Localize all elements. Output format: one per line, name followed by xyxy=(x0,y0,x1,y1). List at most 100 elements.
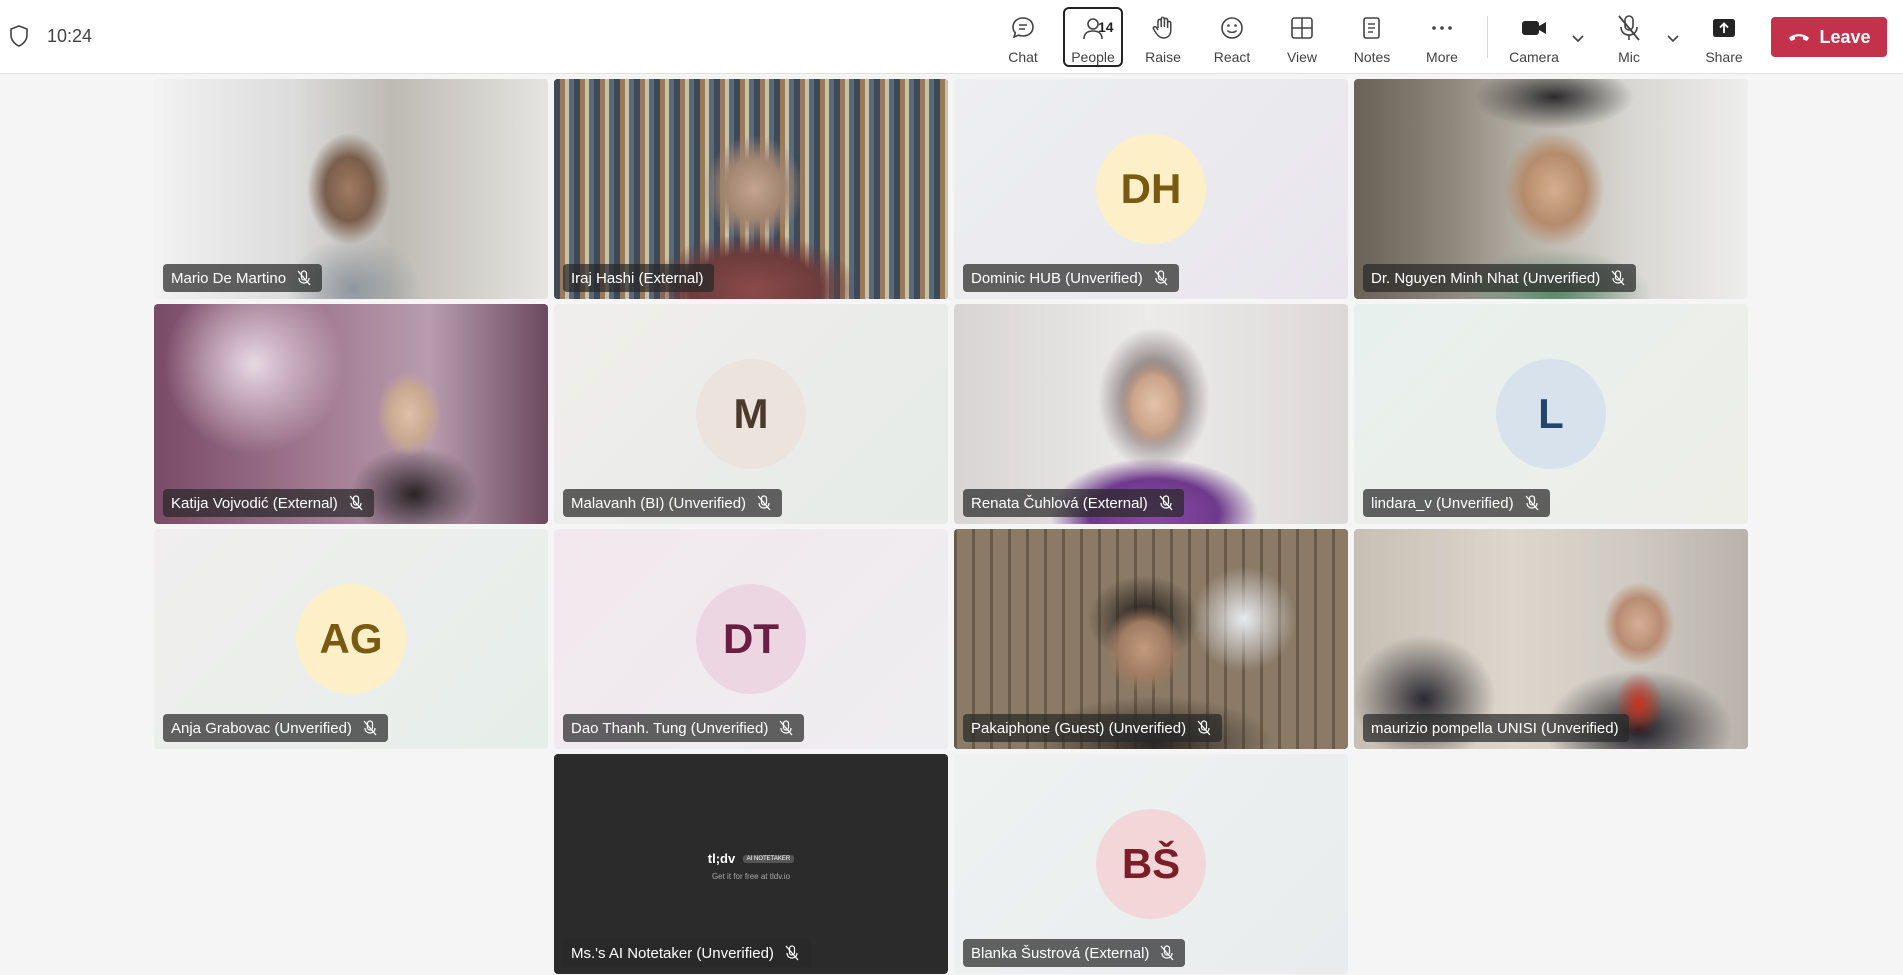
participant-avatar: L xyxy=(1496,359,1606,469)
participant-tile-anja-grabovac[interactable]: AG Anja Grabovac (Unverified) xyxy=(154,529,548,749)
mic-muted-icon xyxy=(785,945,799,961)
meeting-timer: 10:24 xyxy=(47,26,93,46)
mic-muted-icon xyxy=(363,720,377,736)
leave-button[interactable]: Leave xyxy=(1771,17,1887,57)
participant-tile-renata-cuhlova[interactable]: Renata Čuhlová (External) xyxy=(954,304,1348,524)
view-label: View xyxy=(1286,49,1318,65)
mic-label: Mic xyxy=(1618,49,1640,65)
share-label: Share xyxy=(1705,49,1743,65)
mic-muted-icon xyxy=(1159,495,1173,511)
participant-tile-mario-de-martino[interactable]: Mario De Martino xyxy=(154,79,548,299)
more-dots-icon xyxy=(1427,13,1457,43)
participant-nameplate: Katija Vojvodić (External) xyxy=(163,489,374,517)
people-label: People xyxy=(1071,49,1115,65)
more-button[interactable]: More xyxy=(1413,8,1471,66)
participant-name: Dao Thanh. Tung (Unverified) xyxy=(571,719,769,737)
share-icon xyxy=(1709,13,1739,43)
mic-muted-icon xyxy=(779,720,793,736)
notes-label: Notes xyxy=(1353,49,1391,65)
mic-muted-icon xyxy=(1525,495,1539,511)
participant-nameplate: Dao Thanh. Tung (Unverified) xyxy=(563,714,805,742)
participant-avatar: DT xyxy=(696,584,806,694)
participant-nameplate: Pakaiphone (Guest) (Unverified) xyxy=(963,714,1223,742)
notes-button[interactable]: Notes xyxy=(1343,8,1401,66)
share-button[interactable]: Share xyxy=(1695,8,1753,66)
participant-nameplate: Renata Čuhlová (External) xyxy=(963,489,1184,517)
mic-muted-icon xyxy=(297,270,311,286)
mic-muted-icon xyxy=(1614,13,1644,43)
participant-nameplate: Iraj Hashi (External) xyxy=(563,264,714,292)
participant-avatar: DH xyxy=(1096,134,1206,244)
mic-muted-icon xyxy=(1154,270,1168,286)
participant-tile-malavanh[interactable]: M Malavanh (BI) (Unverified) xyxy=(554,304,948,524)
mic-options-chevron-down-icon[interactable] xyxy=(1665,30,1681,46)
participant-name: maurizio pompella UNISI (Unverified) xyxy=(1371,719,1619,737)
mic-muted-icon xyxy=(757,495,771,511)
camera-icon xyxy=(1519,13,1549,43)
participant-tile-pakaiphone[interactable]: Pakaiphone (Guest) (Unverified) xyxy=(954,529,1348,749)
participant-name: Ms.'s AI Notetaker (Unverified) xyxy=(571,944,774,962)
participant-avatar: M xyxy=(696,359,806,469)
camera-options-chevron-down-icon[interactable] xyxy=(1570,30,1586,46)
notetaker-brand-pill: AI NOTETAKER xyxy=(742,854,795,863)
chat-button[interactable]: Chat xyxy=(994,8,1052,66)
participant-tile-iraj-hashi[interactable]: Iraj Hashi (External) xyxy=(554,79,948,299)
notetaker-brand-sub: Get it for free at tldv.io xyxy=(711,872,791,881)
grid-view-icon xyxy=(1287,13,1317,43)
participant-nameplate: Dominic HUB (Unverified) xyxy=(963,264,1179,292)
participant-avatar: BŠ xyxy=(1096,809,1206,919)
participant-tile-lindara-v[interactable]: L lindara_v (Unverified) xyxy=(1354,304,1748,524)
phone-hangup-icon xyxy=(1789,34,1810,41)
react-label: React xyxy=(1213,49,1251,65)
participant-tile-dominic-hub[interactable]: DH Dominic HUB (Unverified) xyxy=(954,79,1348,299)
smiley-icon xyxy=(1217,13,1247,43)
participant-nameplate: Malavanh (BI) (Unverified) xyxy=(563,489,783,517)
participant-name: Blanka Šustrová (External) xyxy=(971,944,1150,962)
meeting-toolbar: 10:24 Chat 14 People Raise React View No… xyxy=(0,0,1903,74)
participant-avatar: AG xyxy=(296,584,406,694)
notetaker-brand: tl;dv xyxy=(707,851,736,866)
mic-muted-icon xyxy=(1160,945,1174,961)
notetaker-logo: tl;dv AI NOTETAKER Get it for free at tl… xyxy=(554,850,948,881)
leave-label: Leave xyxy=(1819,26,1871,47)
camera-button[interactable]: Camera xyxy=(1505,8,1563,66)
participant-nameplate: Anja Grabovac (Unverified) xyxy=(163,714,388,742)
participant-nameplate: Ms.'s AI Notetaker (Unverified) xyxy=(563,939,810,967)
participant-tile-nguyen-minh-nhat[interactable]: Dr. Nguyen Minh Nhat (Unverified) xyxy=(1354,79,1748,299)
mic-button[interactable]: Mic xyxy=(1600,8,1658,66)
participant-name: Pakaiphone (Guest) (Unverified) xyxy=(971,719,1187,737)
view-button[interactable]: View xyxy=(1273,8,1331,66)
participant-name: Dominic HUB (Unverified) xyxy=(971,269,1143,287)
participant-name: Iraj Hashi (External) xyxy=(571,269,704,287)
mic-muted-icon xyxy=(349,495,363,511)
participant-tile-katija-vojvodic[interactable]: Katija Vojvodić (External) xyxy=(154,304,548,524)
mic-muted-icon xyxy=(1197,720,1211,736)
participant-name: Dr. Nguyen Minh Nhat (Unverified) xyxy=(1371,269,1601,287)
participant-name: Mario De Martino xyxy=(171,269,287,287)
more-label: More xyxy=(1426,49,1458,65)
toolbar-divider xyxy=(1487,16,1488,58)
participant-tile-dao-thanh-tung[interactable]: DT Dao Thanh. Tung (Unverified) xyxy=(554,529,948,749)
participant-name: Katija Vojvodić (External) xyxy=(171,494,338,512)
participant-tile-ai-notetaker[interactable]: tl;dv AI NOTETAKER Get it for free at tl… xyxy=(554,754,948,974)
raise-label: Raise xyxy=(1145,49,1181,65)
people-count-badge: 14 xyxy=(1098,19,1114,35)
mic-muted-icon xyxy=(1611,270,1625,286)
participant-nameplate: lindara_v (Unverified) xyxy=(1363,489,1550,517)
participant-name: Malavanh (BI) (Unverified) xyxy=(571,494,747,512)
participant-nameplate: maurizio pompella UNISI (Unverified) xyxy=(1363,714,1629,742)
participant-name: lindara_v (Unverified) xyxy=(1371,494,1514,512)
participant-name: Renata Čuhlová (External) xyxy=(971,494,1148,512)
chat-label: Chat xyxy=(1008,49,1038,65)
participant-name: Anja Grabovac (Unverified) xyxy=(171,719,352,737)
camera-label: Camera xyxy=(1509,49,1559,65)
react-button[interactable]: React xyxy=(1203,8,1261,66)
participant-tile-maurizio-pompella[interactable]: maurizio pompella UNISI (Unverified) xyxy=(1354,529,1748,749)
raise-hand-button[interactable]: Raise xyxy=(1134,8,1192,66)
shield-icon[interactable] xyxy=(9,25,29,47)
participant-nameplate: Dr. Nguyen Minh Nhat (Unverified) xyxy=(1363,264,1637,292)
participant-tile-blanka-sustrova[interactable]: BŠ Blanka Šustrová (External) xyxy=(954,754,1348,974)
hand-icon xyxy=(1148,13,1178,43)
participant-nameplate: Mario De Martino xyxy=(163,264,323,292)
people-button[interactable]: 14 People xyxy=(1063,7,1123,67)
